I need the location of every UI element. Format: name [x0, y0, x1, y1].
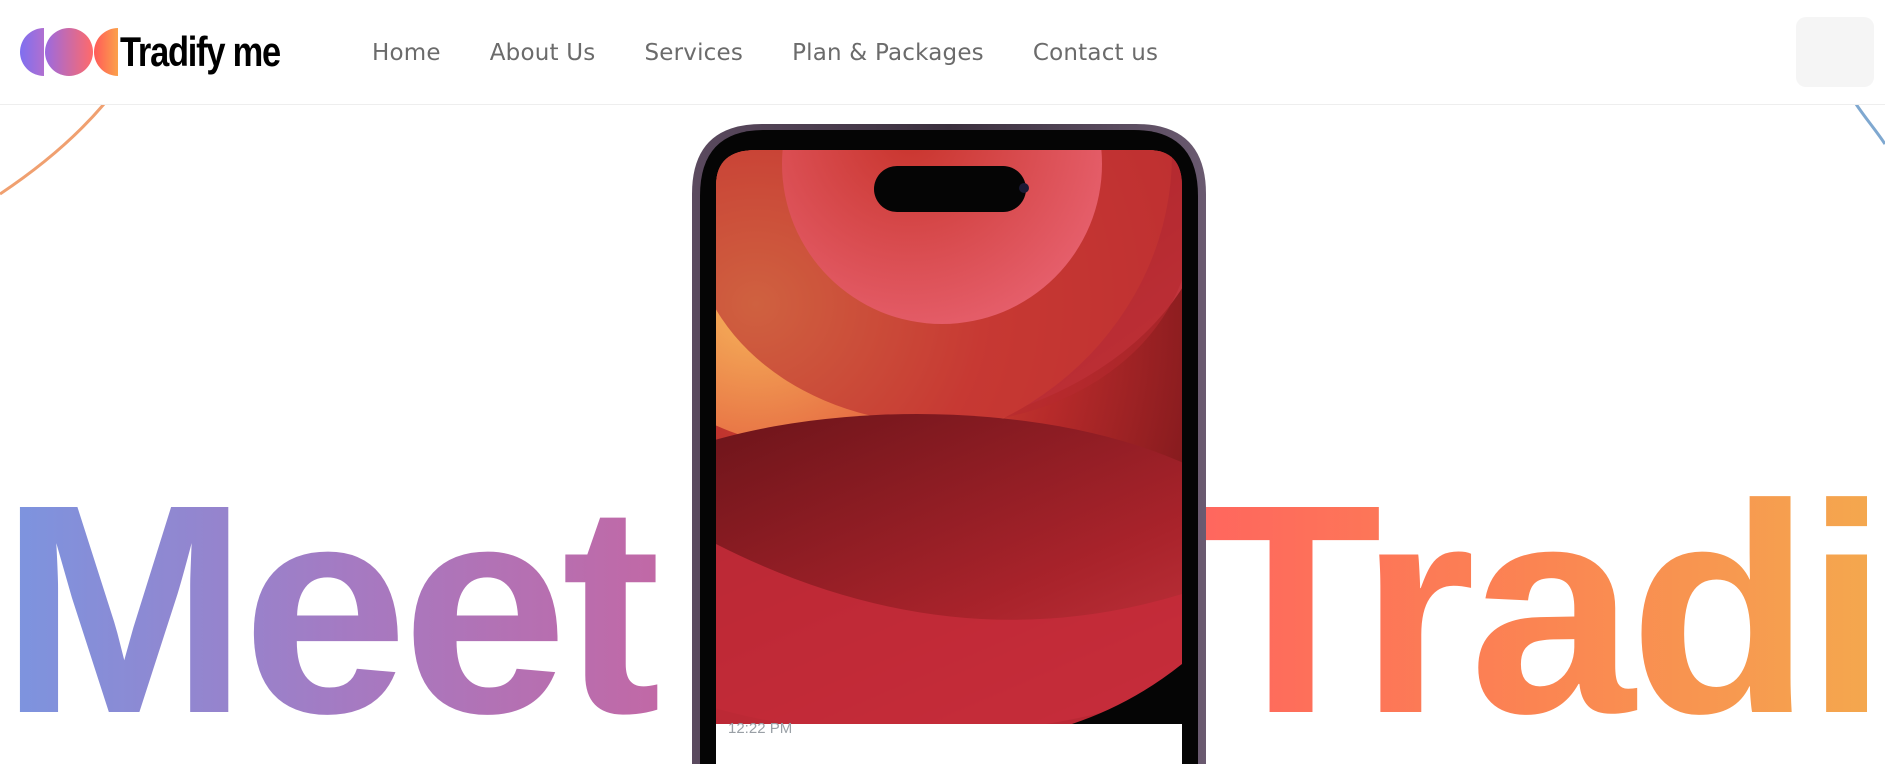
- hero-word-meet: Meet: [0, 443, 659, 737]
- hero-word-tradify: Tradify: [1200, 443, 1885, 737]
- main-nav: Home About Us Services Plan & Packages C…: [372, 40, 1158, 66]
- nav-contact-us[interactable]: Contact us: [1033, 40, 1158, 66]
- nav-services[interactable]: Services: [644, 40, 743, 66]
- nav-plan-packages[interactable]: Plan & Packages: [792, 40, 984, 66]
- phone-time-label: 12:22 PM: [728, 720, 793, 737]
- logo-mark-icon: [20, 28, 118, 76]
- phone-camera-icon: [1019, 183, 1029, 193]
- brand-logo[interactable]: Tradify me: [20, 26, 315, 78]
- site-header: Tradify me Home About Us Services Plan &…: [0, 0, 1885, 105]
- nav-about-us[interactable]: About Us: [490, 40, 596, 66]
- phone-screen: [716, 150, 1182, 724]
- header-action-button[interactable]: [1796, 17, 1874, 87]
- smartphone-mockup-icon: [692, 124, 1206, 764]
- nav-home[interactable]: Home: [372, 40, 441, 66]
- phone-dynamic-island: [874, 166, 1026, 212]
- brand-name: Tradify me: [120, 28, 281, 75]
